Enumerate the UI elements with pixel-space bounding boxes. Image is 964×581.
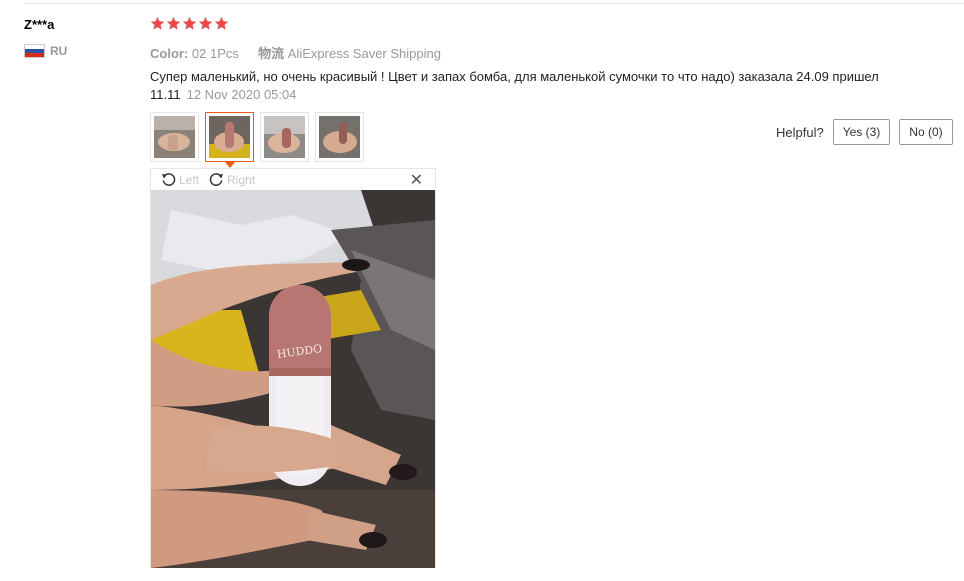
thumbnail-photo-2[interactable] [205,112,254,168]
rotate-left-button[interactable]: Left [161,172,199,187]
shipping-label: 物流 [258,46,285,61]
review-body: Супер маленький, но очень красивый ! Цве… [150,68,890,104]
star-icon [150,16,165,30]
star-icon [166,16,181,30]
shipping-value: AliExpress Saver Shipping [287,46,441,61]
star-icon [198,16,213,30]
viewer-toolbar: Left Right ✕ [151,169,435,190]
color-value: 02 1Pcs [191,46,239,61]
rotate-left-label: Left [179,172,200,187]
star-icon [214,16,229,30]
russia-flag-icon [24,44,45,58]
country-code: RU [50,44,68,58]
thumbnail-photo-1[interactable] [150,112,199,162]
rotate-right-icon [209,173,224,186]
divider [24,3,964,4]
close-icon[interactable]: ✕ [410,170,423,190]
thumbnail-image [319,116,360,158]
photo-thumbnails [150,112,364,168]
review-photo: HUDDO [151,190,435,568]
thumbnail-image [264,116,305,158]
helpful-label: Helpful? [776,124,824,140]
thumbnail-photo-4[interactable] [315,112,364,162]
helpful-votes: Helpful? Yes (3) No (0) [776,119,953,145]
helpful-yes-button[interactable]: Yes (3) [832,119,891,145]
star-rating [150,16,229,31]
rotate-left-icon [161,173,176,186]
color-label: Color: [150,46,189,61]
thumbnail-image [154,116,195,158]
rotate-right-label: Right [227,172,256,187]
helpful-no-button[interactable]: No (0) [899,119,953,145]
rotate-right-button[interactable]: Right [209,172,255,187]
thumbnail-photo-3[interactable] [260,112,309,162]
reviewer-name: Z***a [24,17,55,32]
review-date: 12 Nov 2020 05:04 [186,87,297,102]
reviewer-country: RU [24,44,67,58]
thumbnail-image [209,116,250,158]
star-icon [182,16,197,30]
photo-viewer: Left Right ✕ HUDDO [150,168,436,568]
sku-info: Color: 02 1Pcs 物流 AliExpress Saver Shipp… [150,43,441,62]
